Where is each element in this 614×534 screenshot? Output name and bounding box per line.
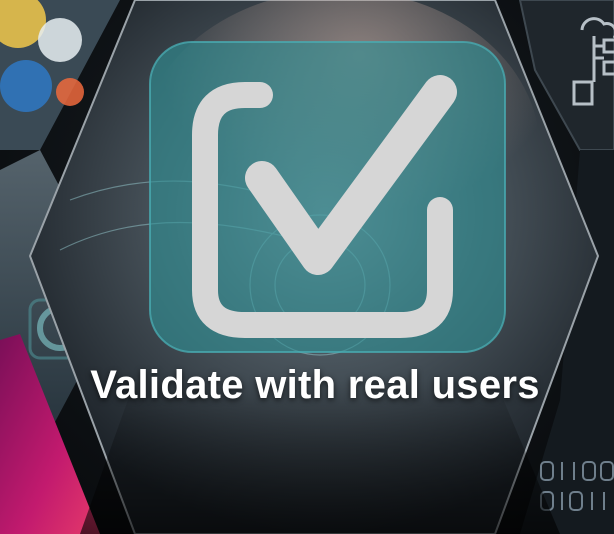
- slide-tile: Validate with real users: [0, 0, 614, 534]
- hexagon-background: [0, 0, 614, 534]
- checkbox-check-icon: [149, 41, 506, 353]
- slide-title: Validate with real users: [90, 363, 540, 407]
